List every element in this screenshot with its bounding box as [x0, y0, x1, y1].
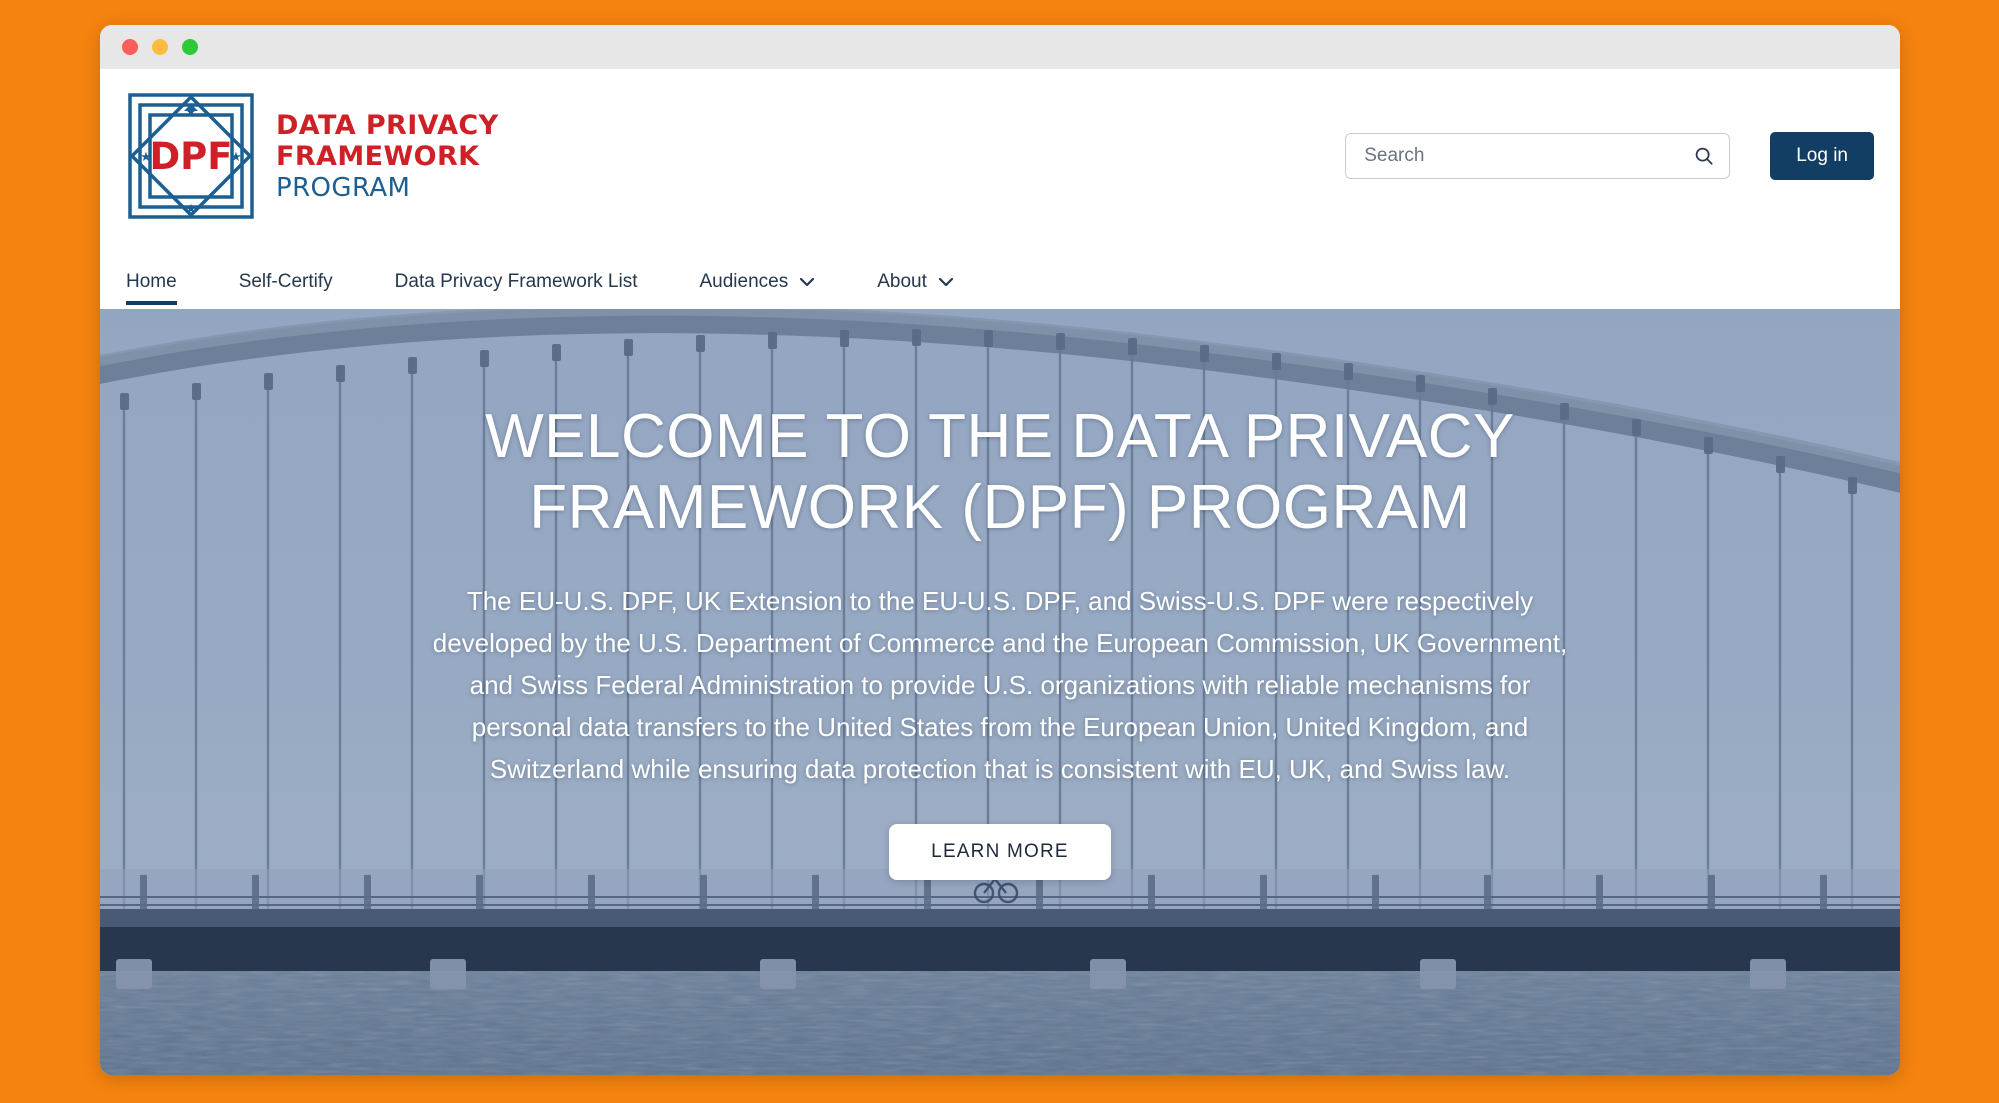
browser-titlebar: [100, 25, 1900, 69]
brand-line-1: DATA PRIVACY: [276, 109, 499, 141]
maximize-window-button[interactable]: [182, 39, 198, 55]
chevron-down-icon: [938, 277, 953, 287]
dpf-emblem-icon: ★ ★ ★ ★ DPF: [128, 93, 254, 219]
nav-item-about[interactable]: About: [877, 271, 954, 309]
hero-content: WELCOME TO THE DATA PRIVACY FRAMEWORK (D…: [420, 309, 1580, 881]
close-window-button[interactable]: [122, 39, 138, 55]
nav-item-self-certify[interactable]: Self-Certify: [239, 271, 333, 309]
nav-item-home[interactable]: Home: [126, 271, 177, 309]
main-navigation: Home Self-Certify Data Privacy Framework…: [100, 243, 1900, 309]
brand-line-2: FRAMEWORK: [276, 140, 480, 172]
nav-item-audiences[interactable]: Audiences: [700, 271, 816, 309]
nav-item-data-privacy-framework-list[interactable]: Data Privacy Framework List: [395, 271, 638, 309]
search-input[interactable]: [1364, 145, 1694, 167]
search-box[interactable]: [1345, 133, 1731, 179]
nav-label-audiences: Audiences: [699, 271, 789, 292]
nav-label-self-certify: Self-Certify: [238, 271, 333, 292]
site-logo-link[interactable]: ★ ★ ★ ★ DPF DATA PRIVACY FRAMEWORK PROGR…: [126, 91, 499, 221]
browser-window: ★ ★ ★ ★ DPF DATA PRIVACY FRAMEWORK PROGR…: [100, 25, 1900, 1075]
search-icon[interactable]: [1693, 145, 1715, 167]
log-in-button[interactable]: Log in: [1770, 132, 1874, 180]
nav-label-data-privacy-framework-list: Data Privacy Framework List: [394, 271, 638, 292]
hero-title: WELCOME TO THE DATA PRIVACY FRAMEWORK (D…: [485, 402, 1515, 543]
chevron-down-icon: [800, 277, 815, 287]
svg-text:DPF: DPF: [149, 135, 232, 178]
brand-wordmark: DATA PRIVACY FRAMEWORK PROGRAM: [276, 112, 499, 201]
svg-text:★: ★: [185, 202, 197, 217]
brand-line-3: PROGRAM: [276, 172, 411, 203]
site-header: ★ ★ ★ ★ DPF DATA PRIVACY FRAMEWORK PROGR…: [100, 69, 1900, 243]
nav-label-about: About: [877, 271, 927, 292]
hero-paragraph: The EU-U.S. DPF, UK Extension to the EU-…: [432, 585, 1568, 785]
svg-text:★: ★: [185, 105, 197, 120]
nav-label-home: Home: [126, 271, 177, 292]
minimize-window-button[interactable]: [152, 39, 168, 55]
hero-banner: WELCOME TO THE DATA PRIVACY FRAMEWORK (D…: [100, 309, 1900, 1075]
learn-more-button[interactable]: LEARN MORE: [889, 824, 1111, 881]
header-actions: Log in: [1345, 132, 1874, 180]
